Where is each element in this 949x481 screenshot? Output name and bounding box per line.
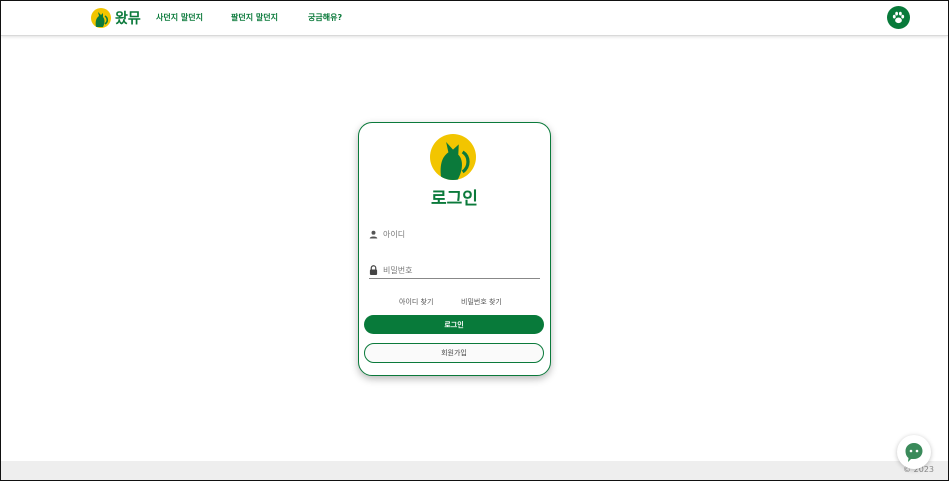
password-input[interactable]: [383, 265, 533, 275]
cat-logo-icon: [91, 8, 111, 28]
user-icon: [369, 230, 378, 239]
lock-icon: [369, 265, 378, 275]
brand-logo[interactable]: 왔뮤: [91, 7, 141, 29]
id-input[interactable]: [383, 229, 533, 239]
top-header: 왔뮤 사던지 말던지 팔던지 말던지 궁금해유?: [1, 1, 948, 36]
login-title: 로그인: [431, 189, 478, 209]
chatbot-button[interactable]: [897, 435, 931, 469]
brand-name: 왔뮤: [115, 11, 141, 27]
cat-logo-icon: [430, 134, 476, 180]
password-field[interactable]: [369, 262, 540, 279]
nav-buy[interactable]: 사던지 말던지: [156, 12, 203, 23]
find-password-link[interactable]: 비밀번호 찾기: [461, 297, 502, 307]
nav-faq[interactable]: 궁금해유?: [308, 12, 342, 23]
browser-frame: 왔뮤 사던지 말던지 팔던지 말던지 궁금해유? 로그인 아이디 아이디 찾기 …: [0, 0, 949, 481]
find-id-link[interactable]: 아이디 찾기: [399, 297, 433, 307]
chatbot-icon: [905, 443, 923, 462]
footer: [1, 461, 948, 480]
id-field[interactable]: [369, 226, 540, 242]
signup-button[interactable]: 회원가입: [364, 343, 544, 363]
login-button[interactable]: 로그인: [364, 315, 544, 334]
nav-sell[interactable]: 팔던지 말던지: [231, 12, 278, 23]
paw-icon[interactable]: [887, 6, 910, 29]
login-card: 로그인 아이디 찾기 비밀번호 찾기 로그인 회: [358, 122, 551, 376]
